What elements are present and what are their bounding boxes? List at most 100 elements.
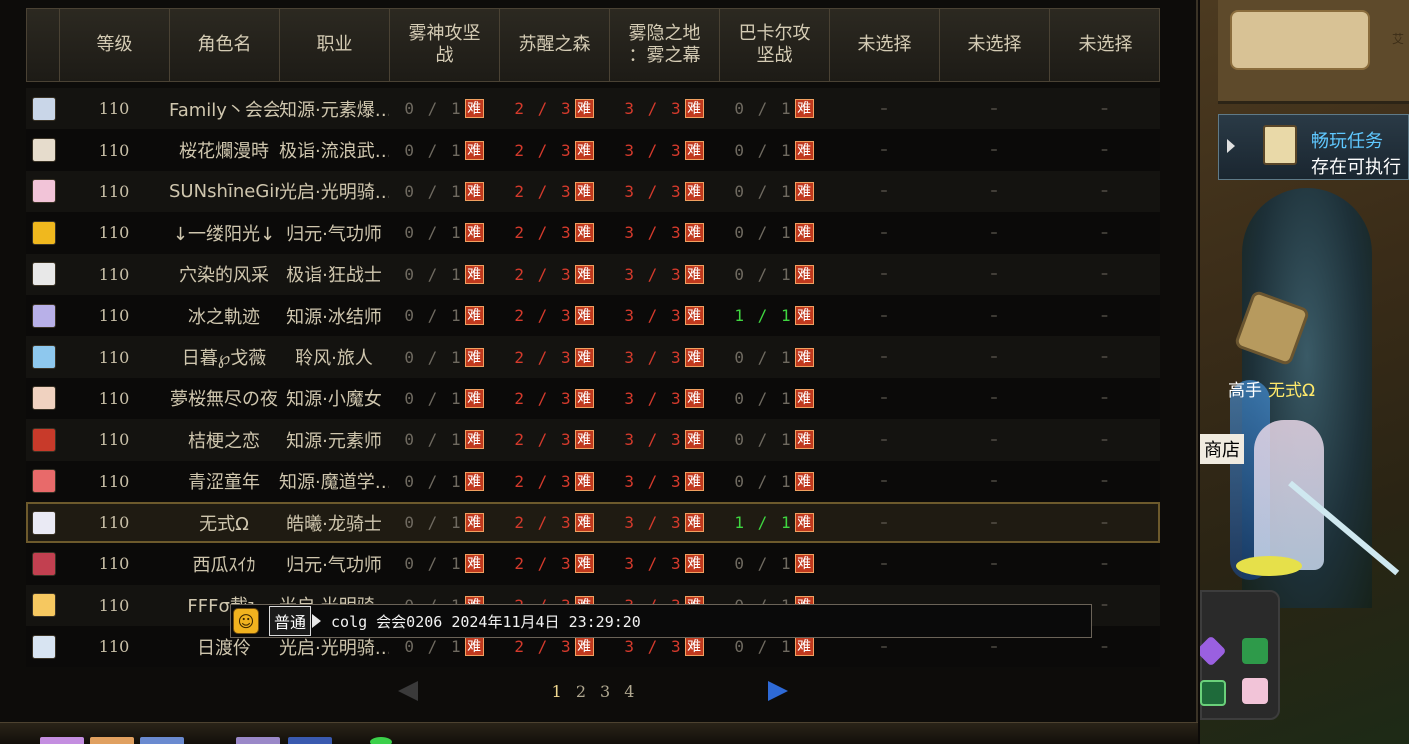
difficulty-hard-badge[interactable]: 难 (794, 388, 814, 408)
player-character[interactable] (1254, 420, 1324, 570)
empty-col-header-2[interactable]: 未选择 (940, 9, 1050, 81)
difficulty-hard-badge[interactable]: 难 (794, 347, 814, 367)
difficulty-hard-badge[interactable]: 难 (574, 347, 594, 367)
difficulty-hard-badge[interactable]: 难 (574, 637, 594, 657)
difficulty-hard-badge[interactable]: 难 (464, 223, 484, 243)
difficulty-hard-badge[interactable]: 难 (794, 471, 814, 491)
table-row[interactable]: 110 桜花爛漫時 极诣·流浪武… 0 / 1难2 / 3难3 / 3难0 / 1 难 –… (26, 129, 1160, 171)
difficulty-hard-badge[interactable]: 难 (684, 140, 704, 160)
difficulty-hard-badge[interactable]: 难 (794, 223, 814, 243)
difficulty-hard-badge[interactable]: 难 (574, 306, 594, 326)
difficulty-hard-badge[interactable]: 难 (794, 181, 814, 201)
empty-col-header-3[interactable]: 未选择 (1050, 9, 1161, 81)
difficulty-hard-badge[interactable]: 难 (574, 471, 594, 491)
difficulty-hard-badge[interactable]: 难 (794, 140, 814, 160)
chat-input-bar[interactable]: ☺ 普通 colg 会会0206 2024年11月4日 23:29:20 (230, 604, 1092, 638)
prev-page-arrow-icon[interactable] (397, 681, 418, 701)
friend-avatar-icon[interactable] (1242, 678, 1268, 704)
difficulty-hard-badge[interactable]: 难 (684, 513, 704, 533)
table-row[interactable]: 110 无式Ω 皓曦·龙骑士 0 / 1难2 / 3难3 / 3难1 / 1 难 – – – (26, 501, 1160, 544)
difficulty-hard-badge[interactable]: 难 (684, 554, 704, 574)
character-job: 归元·气功师 (286, 223, 382, 245)
chat-input-text[interactable]: colg 会会0206 2024年11月4日 23:29:20 (331, 611, 641, 632)
channel-arrow-icon[interactable] (312, 614, 322, 628)
hotbar-slot-4[interactable] (236, 737, 280, 744)
table-row[interactable]: 110 青涩童年 知源·魔道学… 0 / 1难2 / 3难3 / 3难0 / 1 难 – –… (26, 460, 1160, 502)
page-1[interactable]: 1 (552, 682, 562, 701)
table-row[interactable]: 110 ↓一缕阳光↓ 归元·气功师 0 / 1难2 / 3难3 / 3难0 / 1 难 –… (26, 212, 1160, 254)
emoji-face-icon[interactable]: ☺ (233, 608, 259, 634)
character-name: 桔梗之恋 (188, 430, 260, 452)
difficulty-hard-badge[interactable]: 难 (464, 388, 484, 408)
difficulty-hard-badge[interactable]: 难 (794, 99, 814, 119)
difficulty-hard-badge[interactable]: 难 (464, 513, 484, 533)
table-row[interactable]: 110 日暮℘戈薇 聆风·旅人 0 / 1难2 / 3难3 / 3难0 / 1 难 – – – (26, 336, 1160, 378)
difficulty-hard-badge[interactable]: 难 (684, 471, 704, 491)
difficulty-hard-badge[interactable]: 难 (574, 99, 594, 119)
hotbar-slot-1[interactable] (40, 737, 84, 744)
difficulty-hard-badge[interactable]: 难 (794, 637, 814, 657)
difficulty-hard-badge[interactable]: 难 (574, 264, 594, 284)
chat-channel-selector[interactable]: 普通 (269, 606, 312, 636)
difficulty-hard-badge[interactable]: 难 (794, 554, 814, 574)
difficulty-hard-badge[interactable]: 难 (464, 430, 484, 450)
difficulty-hard-badge[interactable]: 难 (464, 637, 484, 657)
difficulty-hard-badge[interactable]: 难 (464, 471, 484, 491)
difficulty-hard-badge[interactable]: 难 (684, 637, 704, 657)
difficulty-hard-badge[interactable]: 难 (464, 140, 484, 160)
empty-col-header-1[interactable]: 未选择 (830, 9, 940, 81)
page-2[interactable]: 2 (576, 682, 586, 701)
table-row[interactable]: 110 SUNshīneGir 光启·光明骑… 0 / 1难2 / 3难3 / 3难0… (26, 170, 1160, 213)
character-avatar-icon (32, 386, 56, 411)
quest-notice[interactable]: 畅玩任务 存在可执行 (1218, 114, 1409, 180)
difficulty-hard-badge[interactable]: 难 (684, 264, 704, 284)
difficulty-hard-badge[interactable]: 难 (464, 306, 484, 326)
difficulty-hard-badge[interactable]: 难 (464, 99, 484, 119)
table-row[interactable]: 110 穴染的风采 极诣·狂战士 0 / 1难2 / 3难3 / 3难0 / 1 难 – –… (26, 253, 1160, 295)
empty-slot-cell: – (990, 266, 998, 283)
difficulty-hard-badge[interactable]: 难 (574, 388, 594, 408)
table-row[interactable]: 110 冰之軌迹 知源·冰结师 0 / 1难2 / 3难3 / 3难1 / 1 难 – – – (26, 294, 1160, 337)
character-name: 穴染的风采 (179, 265, 269, 287)
next-page-arrow-icon[interactable] (768, 681, 789, 701)
table-row[interactable]: 110 西瓜ｽｲｶ 归元·气功师 0 / 1难2 / 3难3 / 3难0 / 1 难 – –… (26, 543, 1160, 585)
difficulty-hard-badge[interactable]: 难 (794, 430, 814, 450)
difficulty-hard-badge[interactable]: 难 (684, 388, 704, 408)
difficulty-hard-badge[interactable]: 难 (574, 223, 594, 243)
difficulty-hard-badge[interactable]: 难 (684, 181, 704, 201)
progress-value: 2 / 3 (514, 637, 573, 657)
quest-expand-arrow-icon[interactable] (1227, 139, 1235, 153)
character-avatar-icon (32, 220, 56, 245)
difficulty-hard-badge[interactable]: 难 (574, 513, 594, 533)
table-row[interactable]: 110 夢桜無尽の夜 知源·小魔女 0 / 1难2 / 3难3 / 3难0 / 1 难 –… (26, 377, 1160, 420)
progress-value: 0 / 1 (404, 430, 463, 450)
difficulty-hard-badge[interactable]: 难 (794, 513, 814, 533)
hotbar-slot-3[interactable] (140, 737, 184, 744)
difficulty-hard-badge[interactable]: 难 (464, 264, 484, 284)
page-3[interactable]: 3 (600, 682, 610, 701)
page-4[interactable]: 4 (624, 682, 634, 701)
difficulty-hard-badge[interactable]: 难 (684, 99, 704, 119)
difficulty-hard-badge[interactable]: 难 (794, 264, 814, 284)
difficulty-hard-badge[interactable]: 难 (464, 347, 484, 367)
gift-icon[interactable] (1242, 638, 1268, 664)
difficulty-hard-badge[interactable]: 难 (684, 430, 704, 450)
shop-button[interactable]: 商店 (1200, 434, 1244, 464)
difficulty-hard-badge[interactable]: 难 (794, 306, 814, 326)
difficulty-hard-badge[interactable]: 难 (684, 306, 704, 326)
difficulty-hard-badge[interactable]: 难 (574, 181, 594, 201)
hotbar-slot-5[interactable] (288, 737, 332, 744)
difficulty-hard-badge[interactable]: 难 (464, 554, 484, 574)
mail-icon[interactable] (1200, 680, 1226, 706)
avatar-cell (26, 634, 59, 659)
hotbar-slot-2[interactable] (90, 737, 134, 744)
difficulty-hard-badge[interactable]: 难 (684, 347, 704, 367)
difficulty-hard-badge[interactable]: 难 (684, 223, 704, 243)
difficulty-hard-badge[interactable]: 难 (574, 140, 594, 160)
table-row[interactable]: 110 桔梗之恋 知源·元素师 0 / 1难2 / 3难3 / 3难0 / 1 难 – – – (26, 419, 1160, 461)
difficulty-hard-badge[interactable]: 难 (574, 554, 594, 574)
map-scroll-icon[interactable] (1230, 10, 1370, 70)
difficulty-hard-badge[interactable]: 难 (574, 430, 594, 450)
difficulty-hard-badge[interactable]: 难 (464, 181, 484, 201)
table-row[interactable]: 110 Family丶会会 知源·元素爆… 0 / 1难2 / 3难3 / 3难0 /… (26, 88, 1160, 130)
